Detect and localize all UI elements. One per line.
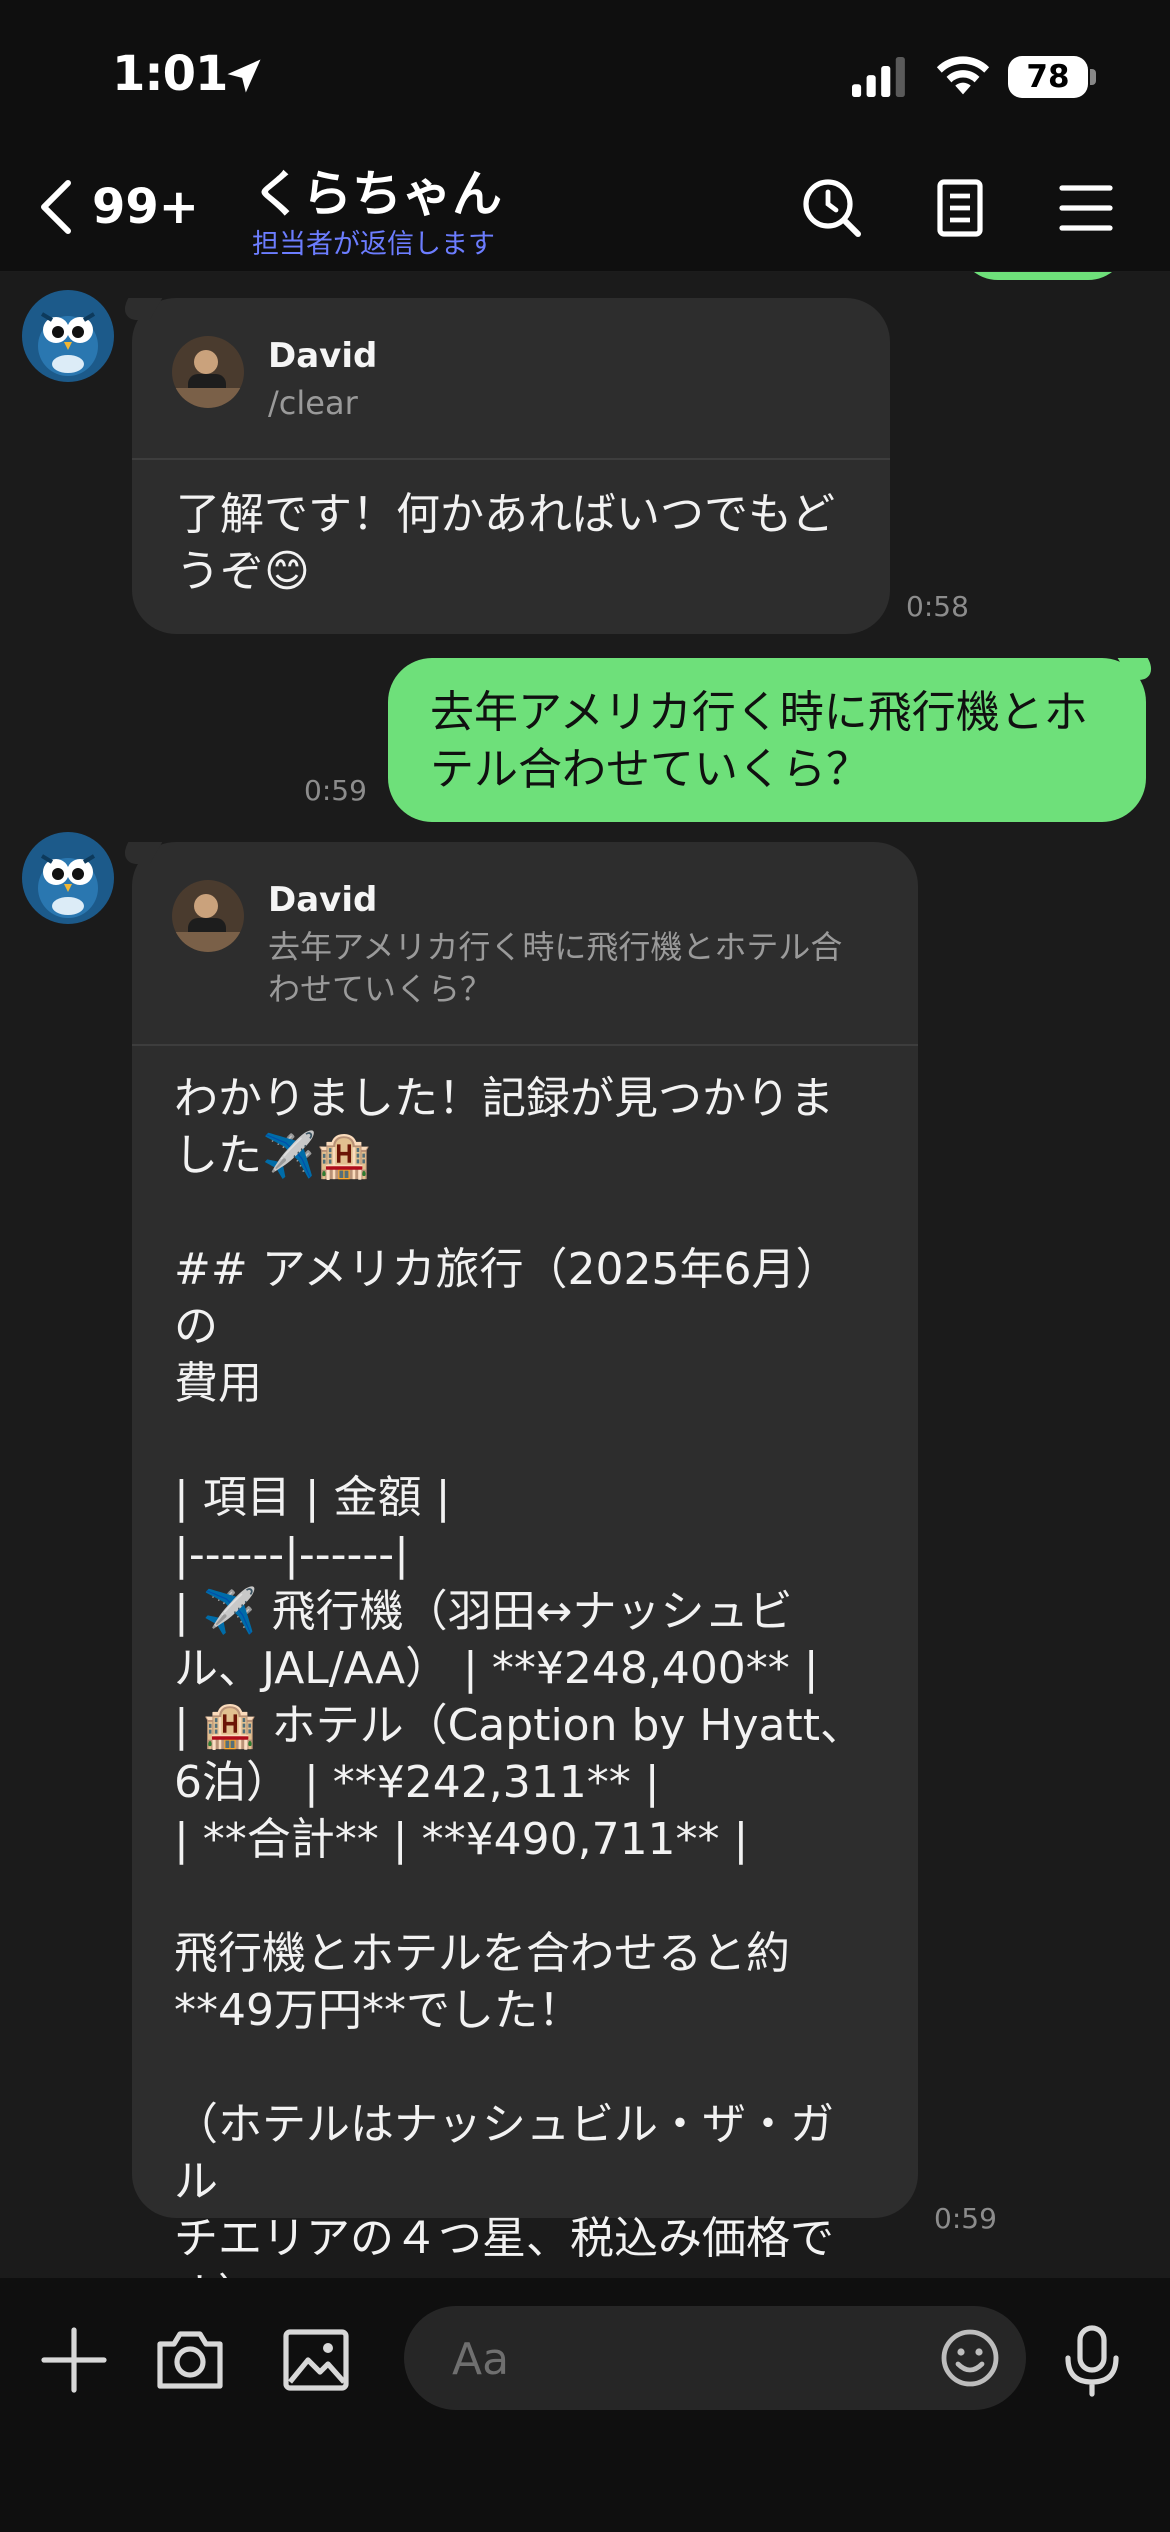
chat-area[interactable]: David /clear 了解です！何かあればいつでもど うぞ😊 0:58 0:… [0,272,1170,2278]
quote-name: David [268,336,378,376]
message-text: わかりました！記録が見つかりま した✈️🏨 ## アメリカ旅行（2025年6月）… [174,1073,865,2278]
location-arrow-icon [227,59,261,93]
message-text: 去年アメリカ行く時に飛行機とホ テル合わせていくら？ [430,687,1088,795]
chevron-left-icon [41,180,71,234]
battery-tip [1090,69,1096,85]
message-bubble-outgoing[interactable]: 去年アメリカ行く時に飛行機とホ テル合わせていくら？ [388,658,1146,822]
quote-text: /clear [268,384,358,422]
cellular-signal-icon [852,56,905,98]
avatar[interactable] [22,832,114,924]
plus-icon[interactable] [36,2322,112,2398]
image-icon[interactable] [278,2322,354,2398]
reply-quote[interactable]: David /clear [132,298,890,460]
chat-title[interactable]: くらちゃん [252,154,502,226]
quote-avatar [172,880,244,952]
reply-quote[interactable]: David 去年アメリカ行く時に飛行機とホテル合 わせていくら？ [132,842,918,1046]
notes-icon[interactable] [928,176,992,240]
battery-indicator: 78 [1008,56,1088,98]
previous-bubble-edge [958,272,1128,280]
message-timestamp: 0:58 [906,590,969,623]
message-timestamp: 0:59 [934,2202,997,2235]
input-placeholder: Aa [452,2334,510,2385]
unread-count: 99+ [92,179,200,235]
quote-text: 去年アメリカ行く時に飛行機とホテル合 わせていくら？ [268,928,843,1008]
camera-icon[interactable] [152,2322,228,2398]
message-input[interactable]: Aa [404,2306,1026,2410]
input-bar: Aa [0,2278,1170,2532]
message-bubble[interactable]: David 去年アメリカ行く時に飛行機とホテル合 わせていくら？ わかりました！… [132,842,918,2278]
emoji-icon[interactable] [938,2326,1002,2390]
chat-header: 99+ くらちゃん 担当者が返信します [0,150,1170,272]
profile-photo-icon [172,336,244,408]
message-timestamp: 0:59 [304,774,367,807]
back-button[interactable]: 99+ [38,172,199,242]
microphone-icon[interactable] [1054,2322,1130,2398]
menu-icon[interactable] [1054,176,1118,240]
search-icon[interactable] [800,176,864,240]
status-bar: 1:01 78 [0,0,1170,150]
profile-photo-icon [172,880,244,952]
wifi-icon [936,56,990,95]
quote-name: David [268,880,378,920]
status-time: 1:01 [112,46,228,102]
owl-avatar-icon [22,290,114,382]
quote-avatar [172,336,244,408]
message-bubble[interactable]: David /clear 了解です！何かあればいつでもど うぞ😊 [132,298,890,634]
chat-subtitle: 担当者が返信します [252,229,495,260]
avatar[interactable] [22,290,114,382]
owl-avatar-icon [22,832,114,924]
message-text: 了解です！何かあればいつでもど うぞ😊 [176,489,836,597]
